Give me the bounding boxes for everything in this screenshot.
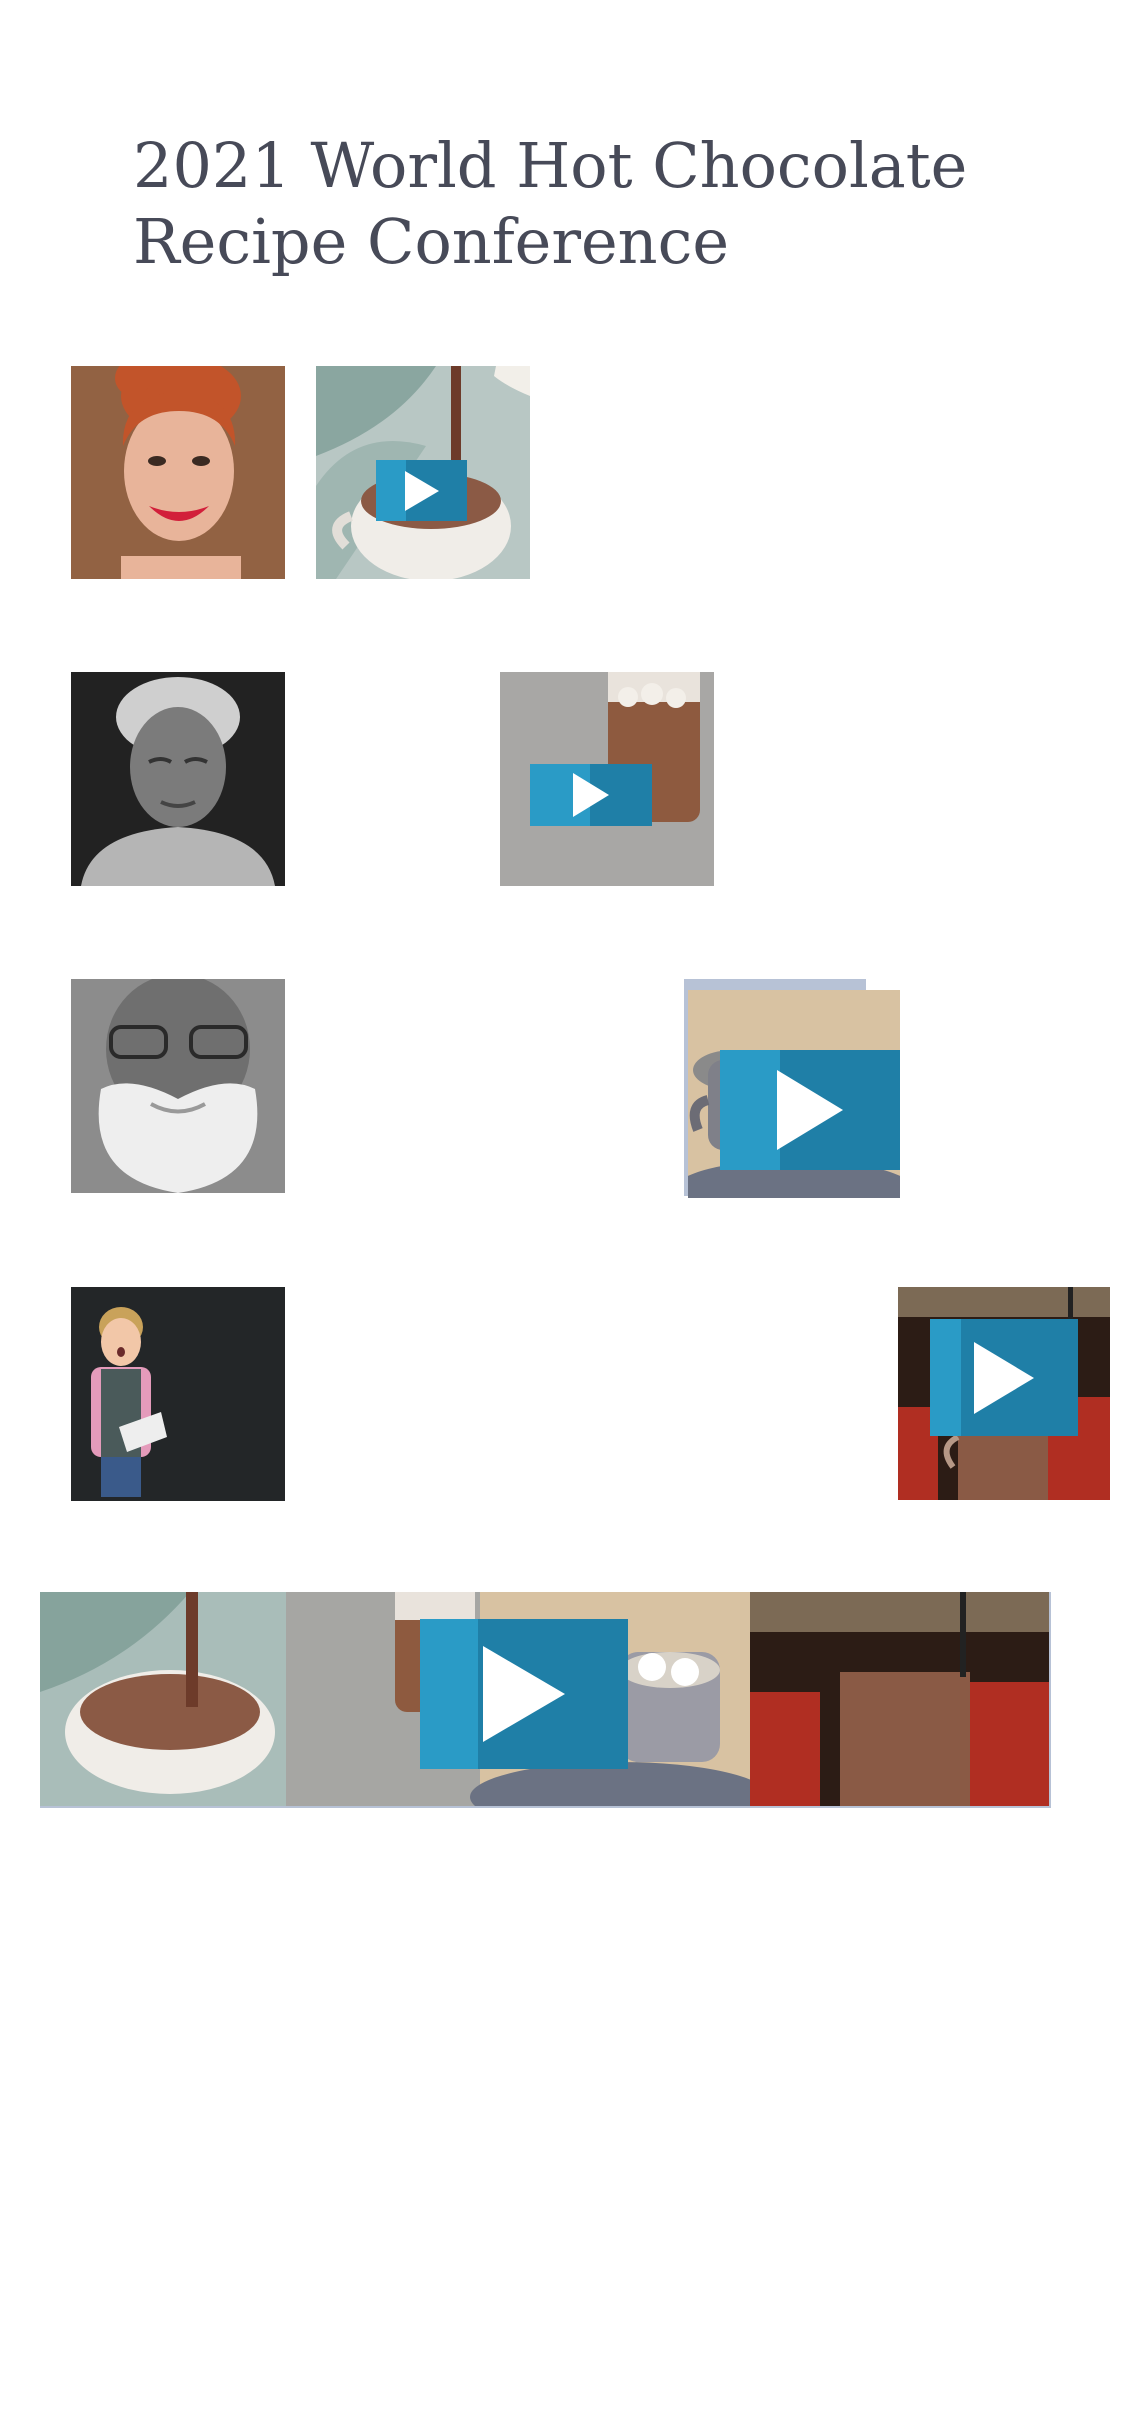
play-icon <box>974 1341 1034 1414</box>
play-button[interactable] <box>530 764 652 826</box>
video-thumbnail-pouring-cocoa[interactable] <box>316 366 530 579</box>
play-button[interactable] <box>930 1319 1078 1436</box>
video-thumbnail-cafe-cocoa-glass[interactable] <box>898 1287 1110 1500</box>
video-thumbnail-cocoa-mug-marshmallows[interactable] <box>688 990 900 1198</box>
video-thumbnail-marshmallow-jar[interactable] <box>500 672 714 886</box>
play-icon <box>777 1070 843 1150</box>
play-icon <box>404 470 439 511</box>
portrait-surprised-boy <box>71 1287 285 1501</box>
portrait-elderly-woman <box>71 672 285 886</box>
play-button[interactable] <box>420 1619 628 1769</box>
play-button[interactable] <box>720 1050 900 1170</box>
play-button[interactable] <box>376 460 467 521</box>
portrait-redhead-woman <box>71 366 285 579</box>
page-title: 2021 World Hot Chocolate Recipe Conferen… <box>133 128 1033 280</box>
video-thumbnail-collage[interactable] <box>40 1592 1049 1806</box>
portrait-bearded-man <box>71 979 285 1193</box>
play-icon <box>483 1646 565 1742</box>
page-title-line-2: Recipe Conference <box>133 205 730 278</box>
page-title-line-1: 2021 World Hot Chocolate <box>133 129 968 202</box>
play-icon <box>573 773 609 817</box>
